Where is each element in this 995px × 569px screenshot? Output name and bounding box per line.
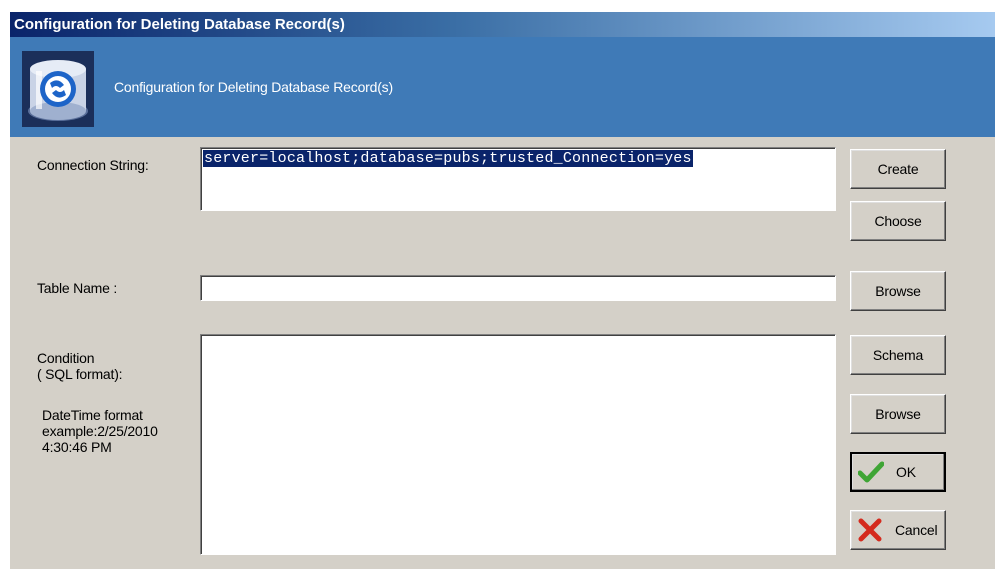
condition-label-line1: Condition xyxy=(37,350,95,366)
table-name-label: Table Name : xyxy=(37,280,118,296)
schema-button-label: Schema xyxy=(872,347,924,363)
red-x-icon xyxy=(858,518,882,542)
create-button[interactable]: Create xyxy=(850,149,946,189)
banner-title: Configuration for Deleting Database Reco… xyxy=(114,79,393,95)
datetime-hint-line2: example:2/25/2010 xyxy=(42,423,158,439)
datetime-hint-line1: DateTime format xyxy=(42,407,143,423)
ok-button[interactable]: OK xyxy=(850,452,946,492)
window-title: Configuration for Deleting Database Reco… xyxy=(14,16,345,33)
table-name-input[interactable] xyxy=(200,275,836,301)
condition-textarea[interactable] xyxy=(200,334,836,555)
choose-button-label: Choose xyxy=(874,213,922,229)
connection-string-input[interactable]: server=localhost;database=pubs;trusted_C… xyxy=(200,147,836,211)
condition-label-line2: ( SQL format): xyxy=(37,366,123,382)
dialog-window: Configuration for Deleting Database Reco… xyxy=(10,12,995,569)
schema-button[interactable]: Schema xyxy=(850,335,946,375)
header-banner: Configuration for Deleting Database Reco… xyxy=(10,37,995,137)
green-check-icon xyxy=(858,461,884,483)
create-button-label: Create xyxy=(877,161,919,177)
browse-table-button[interactable]: Browse xyxy=(850,271,946,311)
cancel-button[interactable]: Cancel xyxy=(850,510,946,550)
browse-condition-button[interactable]: Browse xyxy=(850,394,946,434)
title-bar[interactable]: Configuration for Deleting Database Reco… xyxy=(10,12,995,37)
browse-condition-button-label: Browse xyxy=(875,406,921,422)
condition-label: Condition ( SQL format): xyxy=(37,350,123,382)
cancel-button-label: Cancel xyxy=(895,522,938,538)
browse-table-button-label: Browse xyxy=(875,283,921,299)
connection-string-label: Connection String: xyxy=(37,157,149,173)
choose-button[interactable]: Choose xyxy=(850,201,946,241)
datetime-format-hint: DateTime format example:2/25/2010 4:30:4… xyxy=(42,407,158,455)
database-connection-icon xyxy=(22,51,94,127)
datetime-hint-line3: 4:30:46 PM xyxy=(42,439,112,455)
connection-string-value: server=localhost;database=pubs;trusted_C… xyxy=(203,150,693,167)
ok-button-label: OK xyxy=(896,464,916,480)
